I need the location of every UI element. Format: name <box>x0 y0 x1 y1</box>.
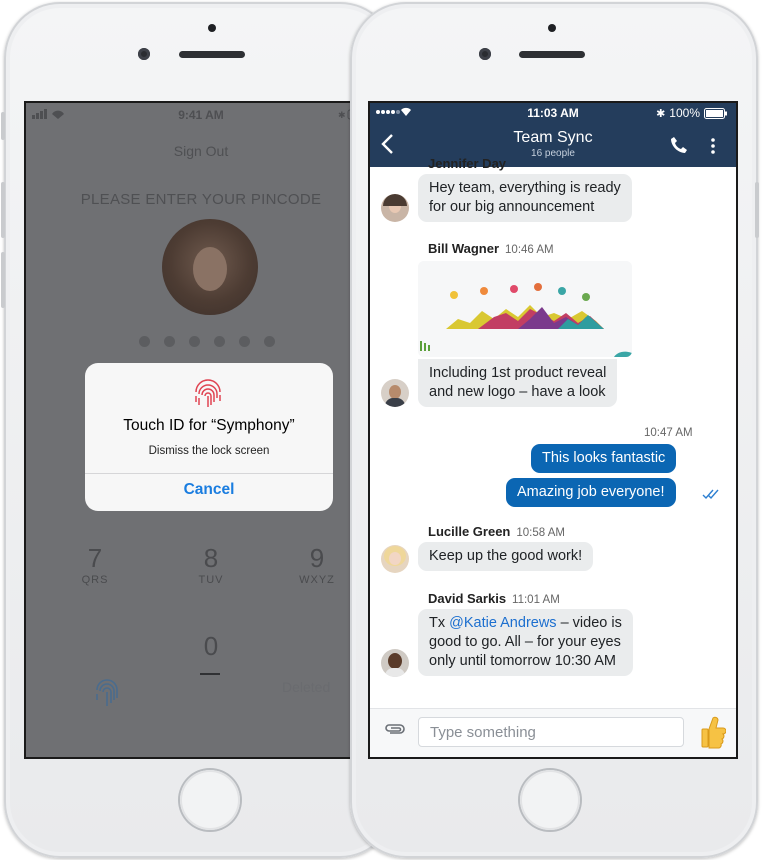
side-button <box>1 112 5 140</box>
front-camera-icon <box>479 48 491 60</box>
divider <box>85 473 333 474</box>
sender-name: Bill Wagner 10:46 AM <box>428 241 554 256</box>
earpiece-speaker <box>179 51 245 58</box>
pin-dot <box>239 336 250 347</box>
message-line: and new logo – have a look <box>429 384 606 400</box>
avatar-face <box>193 247 227 291</box>
side-button <box>755 182 759 238</box>
mention-link[interactable]: @Katie Andrews <box>449 615 556 631</box>
dialog-title: Touch ID for “Symphony” <box>123 417 295 434</box>
pin-dot <box>139 336 150 347</box>
message-bubble[interactable]: Including 1st product reveal and new log… <box>418 359 618 407</box>
key-number: 7 <box>87 543 103 573</box>
sender-name: David Sarkis 11:01 AM <box>428 591 560 606</box>
key-7[interactable]: 7 QRS <box>60 543 130 586</box>
battery-icon <box>704 107 727 119</box>
message-line: good to go. All – for your eyes <box>429 634 621 650</box>
chat-header: 11:03 AM ✱ 100% Team Sync 16 people <box>370 103 736 167</box>
home-button[interactable] <box>180 770 240 830</box>
battery-indicator: ✱ 100% <box>656 106 728 120</box>
key-number: 9 <box>309 543 325 573</box>
touch-id-dialog: Touch ID for “Symphony” Dismiss the lock… <box>85 363 333 511</box>
pin-dot <box>264 336 275 347</box>
message-time: 11:01 AM <box>512 594 560 606</box>
message-line: Amazing job everyone! <box>517 484 665 500</box>
message-composer: Type something <box>370 708 736 757</box>
dialog-subtitle: Dismiss the lock screen <box>148 445 270 457</box>
message-line: Hey team, everything is ready <box>429 180 621 196</box>
pin-dot <box>189 336 200 347</box>
key-number: 8 <box>203 543 219 573</box>
right-phone: 11:03 AM ✱ 100% Team Sync 16 people Jenn… <box>350 2 759 858</box>
lock-screen: 9:41 AM ✱ Sign Out PLEASE ENTER YOUR PIN… <box>24 101 378 759</box>
proximity-sensor <box>208 24 216 32</box>
message-line: Including 1st product reveal <box>429 365 607 381</box>
sender-name: Jennifer Day <box>428 156 507 171</box>
chat-screen: 11:03 AM ✱ 100% Team Sync 16 people Jenn… <box>368 101 738 759</box>
status-time: 9:41 AM <box>178 108 224 122</box>
message-bubble[interactable]: Hey team, everything is ready for our bi… <box>418 174 632 222</box>
phone-icon[interactable] <box>670 136 688 154</box>
avatar[interactable] <box>381 194 409 222</box>
status-bar: 9:41 AM ✱ <box>26 103 376 127</box>
message-line: only until tomorrow 10:30 AM <box>429 653 616 669</box>
chart-thumbnail <box>418 261 632 357</box>
home-button[interactable] <box>520 770 580 830</box>
message-time: 10:58 AM <box>516 527 565 539</box>
key-letters: WXYZ <box>299 574 335 586</box>
earpiece-speaker <box>519 51 585 58</box>
sign-out-link[interactable]: Sign Out <box>26 143 376 159</box>
key-0[interactable]: 0 <box>176 631 246 662</box>
more-vertical-icon[interactable] <box>710 137 716 155</box>
fingerprint-icon[interactable] <box>94 678 120 710</box>
message-input[interactable]: Type something <box>418 717 684 747</box>
key-letters: TUV <box>198 574 224 586</box>
read-receipt-icon <box>702 489 719 500</box>
pin-dot <box>164 336 175 347</box>
fingerprint-icon <box>195 379 221 407</box>
left-phone: 9:41 AM ✱ Sign Out PLEASE ENTER YOUR PIN… <box>1 2 396 858</box>
key-letters: QRS <box>81 574 109 586</box>
bluetooth-icon: ✱ <box>656 107 666 120</box>
message-line: Tx @Katie Andrews – video is <box>429 615 622 631</box>
battery-percent: 100% <box>669 106 700 120</box>
attachment-image[interactable] <box>418 261 632 357</box>
avatar[interactable] <box>381 379 409 407</box>
avatar <box>162 219 258 315</box>
svg-text:✱: ✱ <box>338 111 346 120</box>
thumbs-up-icon[interactable] <box>700 715 726 749</box>
zero-underline <box>200 673 220 675</box>
message-time: 10:46 AM <box>505 244 554 256</box>
avatar[interactable] <box>381 649 409 677</box>
proximity-sensor <box>548 24 556 32</box>
pin-dots <box>139 336 275 347</box>
side-button <box>1 182 5 238</box>
message-line: Keep up the good work! <box>429 548 583 564</box>
avatar[interactable] <box>381 545 409 573</box>
side-button <box>1 252 5 308</box>
message-line: This looks fantastic <box>542 450 666 466</box>
message-bubble[interactable]: Tx @Katie Andrews – video is good to go.… <box>418 609 633 676</box>
message-line: for our big announcement <box>429 199 595 215</box>
message-bubble[interactable]: Keep up the good work! <box>418 542 594 571</box>
key-9[interactable]: 9 WXYZ <box>282 543 352 586</box>
message-time: 10:47 AM <box>644 427 693 439</box>
paperclip-icon[interactable] <box>384 723 406 737</box>
pin-prompt: PLEASE ENTER YOUR PINCODE <box>80 191 322 208</box>
my-message-bubble[interactable]: Amazing job everyone! <box>506 478 676 507</box>
front-camera-icon <box>138 48 150 60</box>
key-8[interactable]: 8 TUV <box>176 543 246 586</box>
key-number: 0 <box>203 631 219 661</box>
pin-dot <box>214 336 225 347</box>
my-message-bubble[interactable]: This looks fantastic <box>531 444 677 473</box>
delete-button[interactable]: Deleted <box>282 679 330 695</box>
status-bar: 11:03 AM ✱ 100% <box>370 103 736 123</box>
sender-name: Lucille Green 10:58 AM <box>428 524 565 539</box>
cancel-button[interactable]: Cancel <box>85 481 333 499</box>
